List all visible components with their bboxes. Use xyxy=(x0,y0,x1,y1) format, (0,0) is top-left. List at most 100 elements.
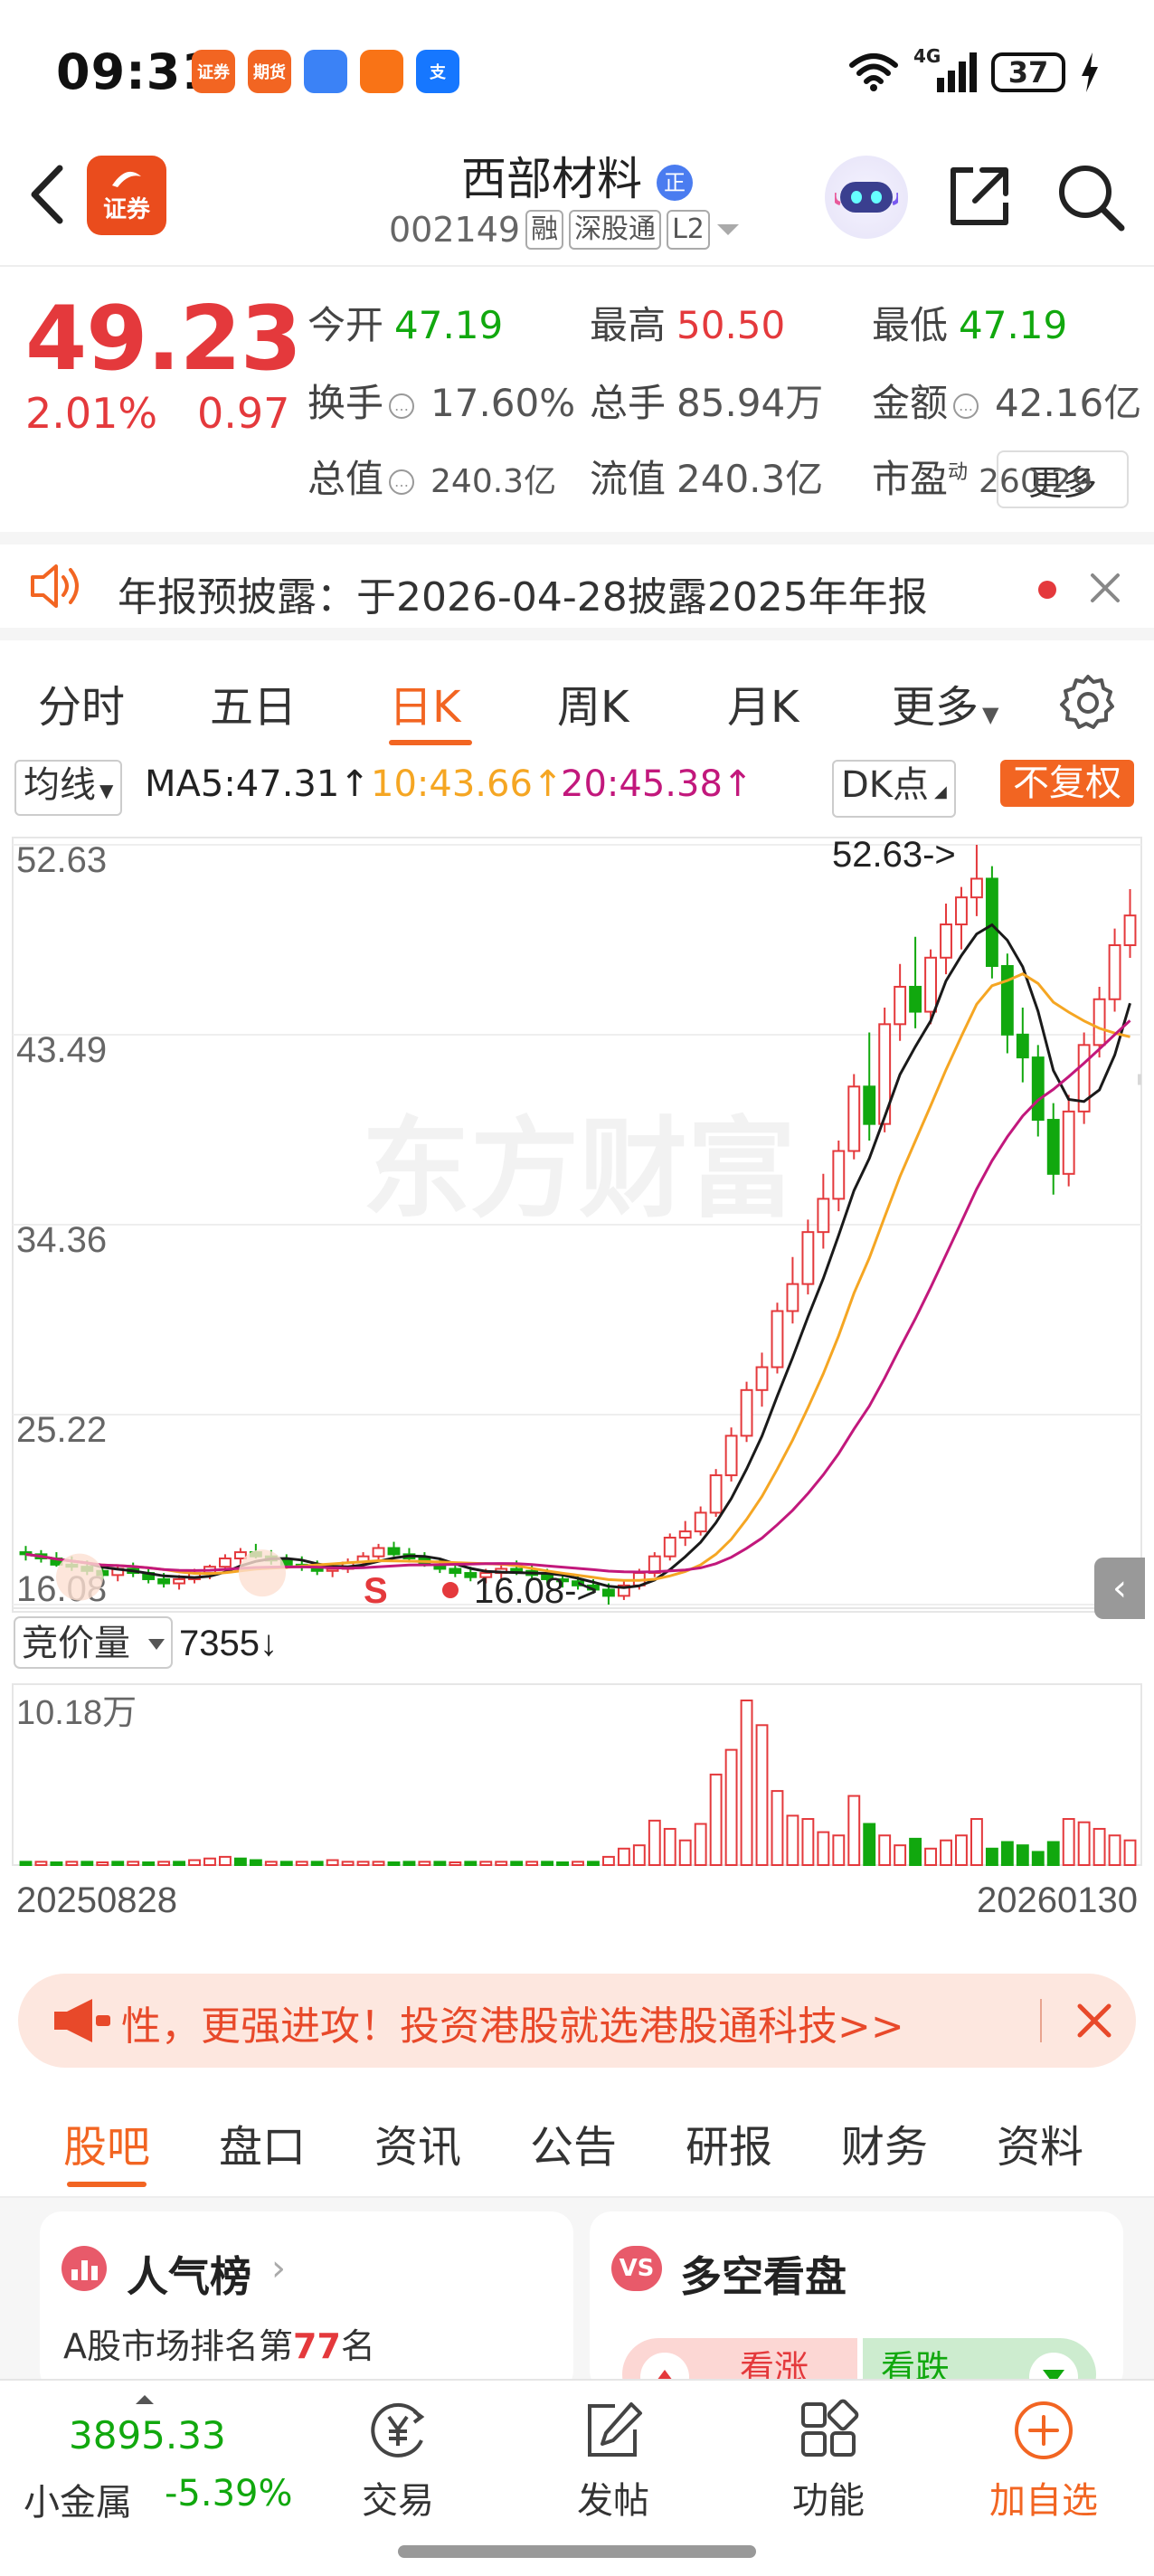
nav-add-watchlist[interactable]: 加自选 xyxy=(953,2399,1134,2524)
chevron-left-icon: ‹ xyxy=(1112,1567,1127,1609)
marker-dot xyxy=(442,1582,459,1599)
candle-body xyxy=(1031,1056,1045,1122)
candle-body xyxy=(173,1577,186,1585)
system-indicators: 4G 37 xyxy=(848,45,1100,98)
info-icon[interactable]: … xyxy=(389,393,415,419)
kline-chart-area[interactable]: 均线 ▼ MA5:47.31↑ 10:43.66↑ 20:45.38↑ DK点 ◢ … xyxy=(0,753,1154,1951)
ma5-line xyxy=(25,923,1131,1589)
volume-bar xyxy=(80,1861,94,1866)
quote-field: 换手… 17.60% xyxy=(307,373,575,428)
sector-name[interactable]: 小金属 xyxy=(24,2473,132,2525)
tab-news[interactable]: 资讯 xyxy=(374,2111,461,2174)
tab-intraday[interactable]: 分时 xyxy=(38,671,125,734)
caret-up-icon xyxy=(136,2395,154,2404)
y-tick-label: 43.49 xyxy=(16,1030,107,1070)
sector-index-value[interactable]: 3895.33 xyxy=(69,2413,226,2458)
candle-body xyxy=(1123,914,1137,947)
share-icon[interactable] xyxy=(946,163,1013,230)
indicator-select[interactable]: 均线 ▼ xyxy=(14,760,123,816)
bull-bear-card[interactable]: VS 多空看盘 看涨 看跌 xyxy=(590,2211,1123,2392)
collapse-panel-button[interactable]: ‹ xyxy=(1094,1558,1145,1619)
ai-assistant-avatar[interactable] xyxy=(825,156,908,239)
edit-post-icon xyxy=(588,2402,642,2457)
tab-forum[interactable]: 股吧 xyxy=(63,2111,150,2174)
nav-functions[interactable]: 功能 xyxy=(738,2399,919,2524)
info-icon[interactable]: … xyxy=(389,469,415,495)
tag-level2: L2 xyxy=(667,210,710,250)
announcement-bar[interactable]: 年报预披露：于2026-04-28披露2025年年报 xyxy=(0,532,1154,640)
ranking-icon xyxy=(61,2246,107,2291)
change-amount: 0.97 xyxy=(197,389,290,438)
tab-five-day[interactable]: 五日 xyxy=(210,671,297,734)
volume-bar xyxy=(19,1861,33,1866)
settings-gear-icon[interactable] xyxy=(1058,673,1118,733)
cards-section: 人气榜 › A股市场排名第77名 VS 多空看盘 看涨 看跌 xyxy=(0,2198,1154,2392)
volume-bar xyxy=(233,1857,247,1866)
start-date: 20250828 xyxy=(16,1880,177,1920)
volume-bar xyxy=(985,1847,998,1867)
indicator-label: 均线 xyxy=(24,764,96,806)
robot-icon xyxy=(835,182,898,213)
tab-research[interactable]: 研报 xyxy=(686,2111,772,2174)
verified-badge: 正 xyxy=(656,164,693,201)
dk-point-select[interactable]: DK点 ◢ xyxy=(832,760,956,818)
candle-body xyxy=(817,1198,830,1234)
nav-functions-label: 功能 xyxy=(792,2480,865,2522)
tab-monthly-k[interactable]: 月K xyxy=(727,671,799,734)
tab-announcements[interactable]: 公告 xyxy=(530,2111,617,2174)
tab-more[interactable]: 更多 ▼ xyxy=(892,671,998,734)
speaker-icon xyxy=(31,564,79,608)
caret-down-icon[interactable] xyxy=(715,221,741,239)
tab-profile[interactable]: 资料 xyxy=(997,2111,1083,2174)
price-level-marker xyxy=(1138,1074,1141,1085)
tab-order-book[interactable]: 盘口 xyxy=(219,2111,306,2174)
close-icon[interactable] xyxy=(1076,2003,1112,2039)
volume-bar xyxy=(525,1861,539,1866)
nav-trade[interactable]: 交易 xyxy=(307,2399,488,2524)
volume-indicator-label: 竞价量 xyxy=(22,1623,130,1664)
quote-field-label: 总值 xyxy=(307,457,384,501)
cell-signal-icon: 4G xyxy=(913,45,977,94)
volume-bar xyxy=(418,1861,431,1866)
candle-body xyxy=(786,1283,799,1312)
network-type: 4G xyxy=(913,45,941,67)
quote-field: 流值 240.3亿 xyxy=(590,449,823,504)
bull-bear-title: 多空看盘 xyxy=(680,2252,847,2301)
end-date: 20260130 xyxy=(977,1880,1138,1920)
adjustment-toggle[interactable]: 不复权 xyxy=(1000,760,1134,807)
caret-down-icon: ▼ xyxy=(982,702,999,727)
search-icon[interactable] xyxy=(1055,161,1127,233)
candle-body xyxy=(1093,998,1106,1046)
quote-field-value: 47.19 xyxy=(959,303,1068,347)
stock-name: 西部材料 xyxy=(461,153,643,205)
volume-bar xyxy=(310,1861,324,1866)
quote-field-label: 今开 xyxy=(307,303,384,347)
volume-bar xyxy=(955,1834,968,1866)
promo-banner[interactable]: 性，更强进攻！投资港股就选港股通科技>> xyxy=(18,1974,1136,2068)
notification-app-label: 期货 xyxy=(253,63,286,82)
info-icon[interactable]: … xyxy=(953,393,979,419)
popularity-card[interactable]: 人气榜 › A股市场排名第77名 xyxy=(40,2211,573,2392)
kline-svg[interactable]: 52.6343.4934.3625.2216.08东方财富52.63->16.0… xyxy=(0,818,1154,1948)
volume-bar xyxy=(188,1859,201,1867)
candle-body xyxy=(924,956,937,1013)
quote-field: 总值… 240.3亿 xyxy=(307,449,556,504)
volume-bar xyxy=(464,1861,478,1866)
quote-field-label: 市盈 xyxy=(872,457,949,501)
candle-body xyxy=(955,896,968,926)
volume-bar xyxy=(832,1834,846,1866)
volume-bar xyxy=(740,1700,753,1866)
close-icon[interactable] xyxy=(1089,572,1121,604)
tab-daily-k[interactable]: 日K xyxy=(389,671,460,734)
volume-bar xyxy=(801,1818,815,1867)
tab-financials[interactable]: 财务 xyxy=(841,2111,928,2174)
nav-post[interactable]: 发帖 xyxy=(523,2399,704,2524)
volume-bar xyxy=(249,1859,262,1867)
candle-body xyxy=(801,1231,815,1285)
volume-bar xyxy=(755,1724,769,1866)
volume-bar xyxy=(771,1790,784,1866)
tab-weekly-k[interactable]: 周K xyxy=(557,671,629,734)
quote-field-value: 85.94万 xyxy=(676,381,824,425)
candle-body xyxy=(233,1551,247,1559)
candle-body xyxy=(694,1511,707,1533)
